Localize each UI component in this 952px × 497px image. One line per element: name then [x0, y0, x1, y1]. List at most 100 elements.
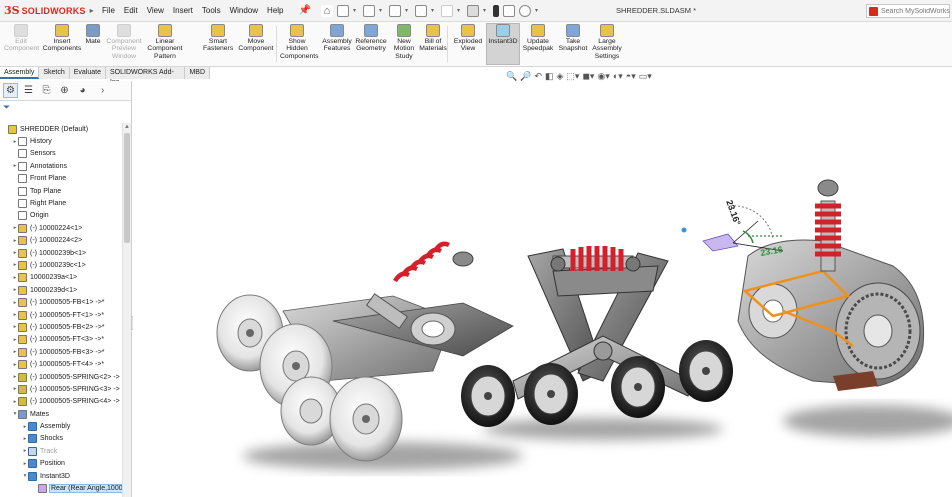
ribbon-button-linear-pattern[interactable]: Linear Component Pattern — [144, 24, 186, 60]
pin-menu-icon[interactable]: 📌 — [299, 5, 311, 16]
panel-chevron-icon[interactable]: › — [101, 85, 104, 96]
tree-item[interactable]: ▸ (-) 10000505-FT<4> ->* — [0, 358, 122, 370]
search-input[interactable] — [881, 7, 951, 15]
tree-item[interactable]: ▸ 10000239d<1> — [0, 284, 122, 296]
file-properties-icon[interactable] — [503, 4, 516, 17]
middle-wheel-2[interactable] — [524, 363, 578, 425]
left-track-assembly[interactable] — [216, 241, 514, 462]
menu-item-file[interactable]: File — [102, 6, 115, 15]
left-wheel-4[interactable] — [329, 376, 403, 462]
tree-item[interactable]: ▸ History — [0, 135, 122, 147]
scrollbar-thumb[interactable] — [124, 133, 130, 243]
tree-item[interactable]: Sensors — [0, 148, 122, 160]
ribbon-button-large-assembly[interactable]: Large Assembly Settings — [592, 24, 622, 60]
tree-item[interactable]: ▸ 10000239a<1> — [0, 272, 122, 284]
open-document-icon[interactable] — [362, 4, 375, 17]
tree-item[interactable]: Front Plane — [0, 173, 122, 185]
new-document-icon[interactable] — [336, 4, 349, 17]
graphics-viewport[interactable]: 23.16° 23.16 — [133, 81, 952, 497]
tree-item[interactable]: ▸ Assembly — [0, 420, 122, 432]
ribbon-button-speedpak[interactable]: Update Speedpak — [522, 24, 554, 53]
ribbon-button-instant3d[interactable]: Instant3D — [486, 23, 520, 65]
menu-expand-icon[interactable]: ▸ — [90, 6, 94, 15]
tab-mbd[interactable]: MBD — [185, 67, 210, 79]
tree-item[interactable]: ▸ Shocks — [0, 433, 122, 445]
tree-item[interactable]: ▸ (-) 10000505-FT<1> ->* — [0, 309, 122, 321]
menu-item-insert[interactable]: Insert — [173, 6, 193, 15]
tree-scrollbar[interactable]: ▲ — [122, 123, 131, 497]
tree-item[interactable]: Right Plane — [0, 197, 122, 209]
ribbon-button-reference-geometry[interactable]: Reference Geometry — [355, 24, 387, 53]
rebuild-icon[interactable] — [493, 4, 500, 17]
model-graphics[interactable]: 23.16° 23.16 — [133, 81, 952, 497]
tree-item[interactable]: Rear (Rear Angle,10000: — [0, 482, 131, 494]
tree-item[interactable]: ▸ Annotations — [0, 160, 122, 172]
select-pointer-icon[interactable] — [467, 4, 480, 17]
menu-item-window[interactable]: Window — [230, 6, 258, 15]
scroll-up-icon[interactable]: ▲ — [124, 124, 130, 130]
tab-assembly[interactable]: Assembly — [0, 67, 40, 79]
menu-item-tools[interactable]: Tools — [202, 6, 221, 15]
configuration-manager-tab-icon[interactable]: ⎘ — [39, 83, 54, 98]
tree-item[interactable]: ▸ (-) 10000505-FB<1> ->* — [0, 296, 122, 308]
solidworks-logo[interactable]: 3S SOLIDWORKS ▸ — [4, 2, 94, 20]
middle-wheel-1[interactable] — [461, 365, 515, 427]
ribbon-button-mate[interactable]: Mate — [84, 24, 102, 45]
ribbon-button-move-component[interactable]: Move Component — [236, 24, 276, 53]
dimxpert-manager-tab-icon[interactable]: ⊕ — [57, 83, 72, 98]
tree-item[interactable]: ▸ (-) 10000505-SPRING<3> -> — [0, 383, 122, 395]
tree-item[interactable]: SHREDDER (Default) — [0, 123, 122, 135]
tree-item[interactable]: ▾ Mates — [0, 408, 122, 420]
ribbon-separator — [276, 26, 277, 62]
tree-item[interactable]: ▸ (-) 10000505-FB<3> ->* — [0, 346, 122, 358]
tree-item[interactable]: ▸ (-) 10000239c<1> — [0, 259, 122, 271]
motion-study-icon — [397, 24, 411, 37]
tab-solidworks-add-ins[interactable]: SOLIDWORKS Add-Ins — [106, 67, 186, 86]
feature-manager-tab-icon[interactable]: ⚙ — [3, 83, 18, 98]
ribbon-button-smart-fasteners[interactable]: Smart Fasteners — [203, 24, 233, 53]
undo-icon[interactable] — [441, 4, 454, 17]
tree-item[interactable]: ▸ (-) 10000505-SPRING<2> -> — [0, 371, 122, 383]
save-icon[interactable] — [388, 4, 401, 17]
tree-filter-icon[interactable]: ⏷ — [0, 101, 131, 113]
middle-wheel-4[interactable] — [679, 340, 733, 402]
tree-item[interactable]: ▸ Position — [0, 458, 122, 470]
ribbon-button-component-preview[interactable]: Component Preview Window — [104, 24, 144, 60]
middle-wheel-3[interactable] — [611, 356, 665, 418]
search-box[interactable] — [866, 4, 951, 18]
angle-dimension-label[interactable]: 23.16° — [724, 199, 742, 227]
options-gear-icon[interactable] — [519, 4, 532, 17]
middle-track-assembly[interactable] — [461, 246, 733, 427]
tree-item[interactable]: ▸ (-) 10000239b<1> — [0, 247, 122, 259]
ribbon-button-assembly-features[interactable]: Assembly Features — [318, 24, 356, 53]
tree-item[interactable]: ▸ (-) 10000224<2> — [0, 235, 122, 247]
instant3d-handle[interactable] — [681, 227, 687, 233]
menu-bar: File Edit View Insert Tools Window Help — [102, 6, 293, 15]
tree-item[interactable]: ▸ (-) 10000505-SPRING<4> -> — [0, 396, 122, 408]
tree-item[interactable]: ▾ Instant3D — [0, 470, 122, 482]
tab-evaluate[interactable]: Evaluate — [69, 67, 106, 79]
display-manager-tab-icon[interactable]: ◕ — [75, 83, 90, 98]
tree-item[interactable]: ▸ (-) 10000224<1> — [0, 222, 122, 234]
tree-item[interactable]: Origin — [0, 210, 122, 222]
home-icon[interactable]: ⌂ — [320, 4, 333, 17]
ribbon-button-exploded-view[interactable]: Exploded View — [450, 24, 486, 53]
ribbon-button-bom[interactable]: Bill of Materials — [418, 24, 448, 53]
property-manager-tab-icon[interactable]: ☰ — [21, 83, 36, 98]
menu-item-help[interactable]: Help — [267, 6, 283, 15]
ribbon-button-edit-component[interactable]: Edit Component — [4, 24, 39, 53]
tree-item[interactable]: Top Plane — [0, 185, 122, 197]
tab-sketch[interactable]: Sketch — [39, 67, 70, 79]
ribbon-button-snapshot[interactable]: Take Snapshot — [558, 24, 588, 53]
menu-item-edit[interactable]: Edit — [124, 6, 138, 15]
menu-item-view[interactable]: View — [147, 6, 164, 15]
ribbon-button-motion-study[interactable]: New Motion Study — [390, 24, 418, 60]
tree-item[interactable]: ▸ Track — [0, 445, 122, 457]
ribbon-button-show-hidden[interactable]: Show Hidden Components — [280, 24, 319, 60]
middle-shock-absorber[interactable] — [550, 246, 641, 272]
tree-item[interactable]: ▸ (-) 10000505-FB<2> ->* — [0, 321, 122, 333]
right-drive-assembly[interactable] — [737, 179, 925, 391]
ribbon-button-insert-components[interactable]: Insert Components — [40, 24, 84, 53]
tree-item[interactable]: ▸ (-) 10000505-FT<3> ->* — [0, 334, 122, 346]
print-icon[interactable] — [415, 4, 427, 17]
